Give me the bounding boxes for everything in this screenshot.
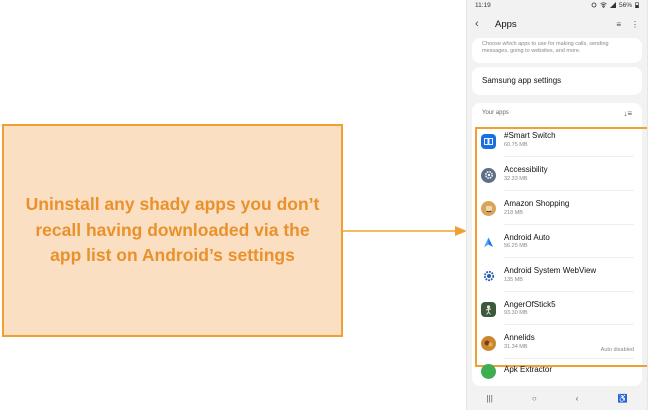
filter-search-icon[interactable]: ≡ [616,20,621,29]
app-row-angerofstick5[interactable]: AngerOfStick5 93.30 MB [472,290,642,325]
wifi-icon [600,2,607,8]
app-list: #Smart Switch 60.75 MB Accessibility 32.… [472,122,647,386]
app-row-amazon-shopping[interactable]: Amazon Shopping 218 MB [472,190,642,224]
app-size: 93.30 MB [504,310,528,317]
webview-gear-icon [481,268,496,284]
navigation-bar: ||| ○ ‹ ♿ [467,386,647,410]
apk-extractor-icon [481,363,496,379]
auto-disabled-badge: Auto disabled [600,347,634,353]
back-button[interactable]: ‹ [475,18,485,30]
android-auto-icon [481,234,496,250]
app-size: 218 MB [504,209,523,216]
app-row-smart-switch[interactable]: #Smart Switch 60.75 MB [472,123,642,157]
app-name: Annelids [504,333,535,343]
app-row-apk-extractor[interactable]: Apk Extractor [472,358,642,379]
app-name: Apk Extractor [504,365,553,374]
app-row-android-system-webview[interactable]: Android System WebView 135 MB [472,257,642,291]
default-apps-description: Choose which apps to use for making call… [482,41,609,55]
accessibility-gear-icon [481,167,496,183]
your-apps-header: Your apps ↓≡ [472,102,642,123]
app-name: #Smart Switch [504,131,556,141]
accessibility-button[interactable]: ♿ [617,394,627,403]
status-bar: 11:19 56% [467,0,647,10]
app-name: AngerOfStick5 [504,299,556,309]
app-size: 135 MB [504,276,523,283]
sort-icon[interactable]: ↓≡ [623,109,632,118]
smart-switch-icon [481,134,496,150]
default-apps-card[interactable]: Choose which apps to use for making call… [472,38,642,63]
more-options-icon[interactable]: ⋮ [631,20,639,29]
app-name: Accessibility [504,165,548,175]
home-button[interactable]: ○ [532,394,537,403]
samsung-app-settings-row[interactable]: Samsung app settings [472,66,642,95]
nav-back-button[interactable]: ‹ [576,394,579,403]
annelids-icon [481,335,496,351]
signal-icon [609,2,616,8]
callout-text: Uninstall any shady apps you don’t recal… [25,194,320,266]
app-name: Amazon Shopping [504,199,570,209]
app-name: Android Auto [504,232,550,242]
callout-box: Uninstall any shady apps you don’t recal… [2,124,343,337]
amazon-shopping-icon [481,201,496,217]
app-bar: ‹ Apps ≡ ⋮ [467,10,647,38]
phone-screen: 11:19 56% ‹ Apps ≡ ⋮ Choose which apps t… [466,0,648,410]
battery-icon [635,2,639,8]
recents-button[interactable]: ||| [487,394,493,403]
battery-percent: 56% [618,1,632,9]
status-icons: 56% [591,2,639,9]
app-size: 32.33 MB [504,176,528,183]
app-row-android-auto[interactable]: Android Auto 56.25 MB [472,223,642,258]
callout-arrow-icon [343,226,467,236]
app-size: 60.75 MB [504,141,528,148]
app-row-accessibility[interactable]: Accessibility 32.33 MB [472,156,642,190]
mute-icon [591,2,597,8]
app-size: 56.25 MB [504,243,528,250]
app-row-annelids[interactable]: Annelids 31.34 MB Auto disabled [472,324,642,358]
samsung-app-settings-label: Samsung app settings [482,76,562,86]
status-time: 11:19 [475,1,491,9]
page-title: Apps [495,18,517,30]
your-apps-label: Your apps [482,110,509,117]
anger-of-stick-icon [481,302,496,318]
app-name: Android System WebView [504,266,597,276]
